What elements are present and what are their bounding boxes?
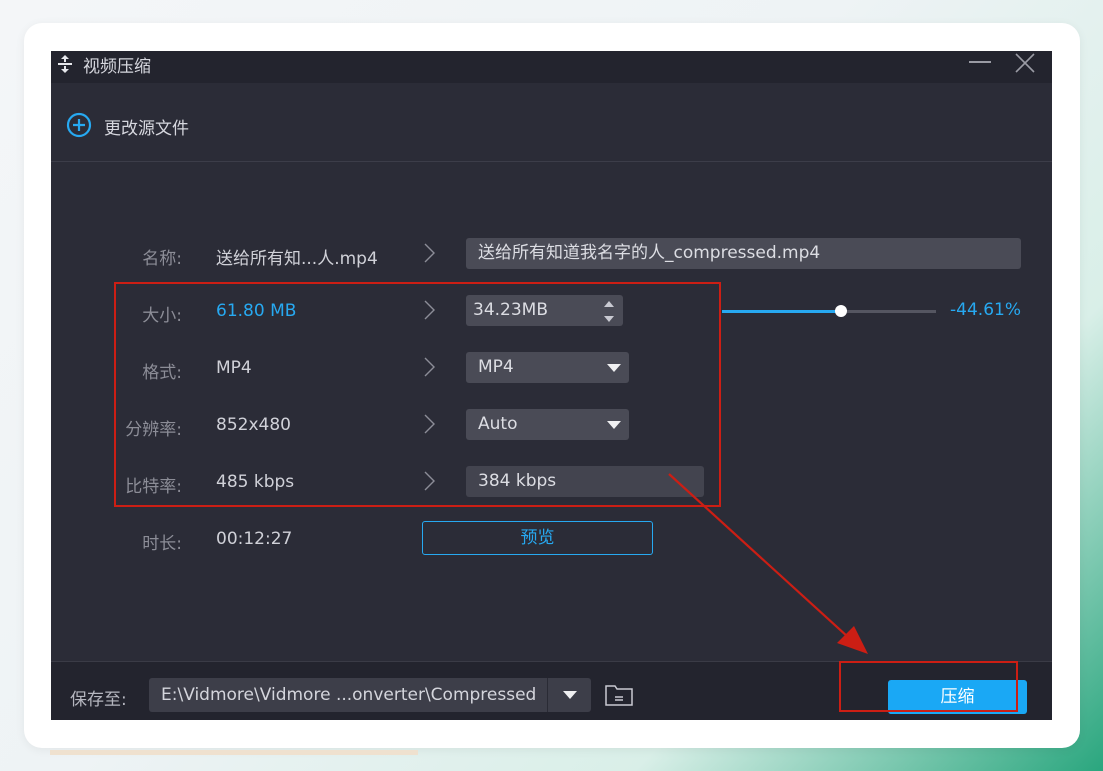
path-dropdown-button[interactable] — [547, 678, 591, 712]
source-toolbar: 更改源文件 — [51, 83, 1052, 162]
size-reduction-percent: -44.61% — [950, 300, 1021, 320]
change-source-button[interactable]: 更改源文件 — [104, 114, 189, 139]
save-to-label: 保存至: — [70, 690, 127, 710]
close-icon[interactable] — [1013, 51, 1037, 75]
size-slider-fill — [722, 310, 841, 313]
preview-button[interactable]: 预览 — [422, 521, 653, 555]
compress-window: 视频压缩 更改源文件 名称: 送给所有知...人.mp4 送给所有知道我名字的人… — [51, 51, 1052, 720]
name-label: 名称: — [142, 249, 182, 269]
window-title: 视频压缩 — [83, 57, 151, 77]
title-bar: 视频压缩 — [51, 51, 1052, 83]
output-name-field[interactable]: 送给所有知道我名字的人_compressed.mp4 — [466, 238, 1021, 269]
decorative-strip — [50, 750, 418, 755]
compress-icon — [58, 55, 72, 73]
source-duration: 00:12:27 — [216, 529, 293, 549]
output-path-field[interactable]: E:\Vidmore\Vidmore ...onverter\Compresse… — [149, 678, 547, 712]
settings-highlight-box — [114, 282, 721, 507]
size-slider-handle[interactable] — [834, 305, 847, 317]
chevron-right-icon — [424, 243, 435, 263]
compress-highlight-box — [839, 661, 1018, 712]
add-circle-icon[interactable] — [66, 112, 92, 138]
duration-label: 时长: — [142, 534, 182, 554]
dropdown-arrow-icon — [563, 691, 577, 699]
folder-icon[interactable] — [604, 682, 634, 708]
minimize-icon[interactable] — [969, 61, 991, 63]
source-name: 送给所有知...人.mp4 — [216, 249, 378, 269]
